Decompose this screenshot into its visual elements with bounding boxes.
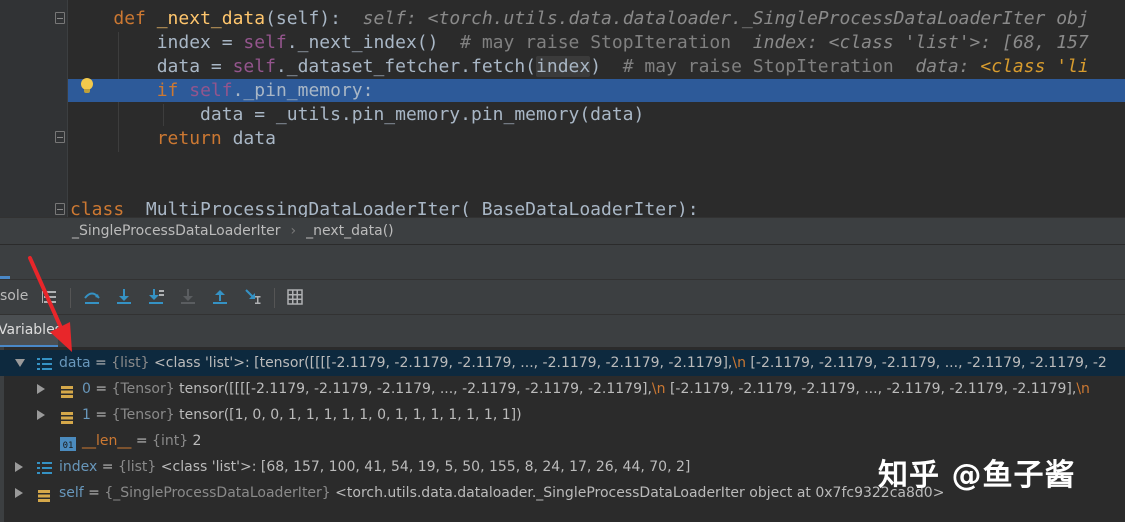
- field-icon: [60, 382, 74, 398]
- editor-gutter[interactable]: [0, 0, 68, 217]
- expand-arrow-icon[interactable]: [37, 384, 45, 394]
- variables-tree[interactable]: data = {list} <class 'list'>: [tensor([[…: [0, 347, 1125, 522]
- variable-type: {list}: [117, 459, 157, 475]
- code-comment: # may raise StopIteration: [622, 56, 894, 77]
- code-line[interactable]: return data: [70, 127, 276, 150]
- code-line[interactable]: data = self._dataset_fetcher.fetch(index…: [70, 55, 1089, 78]
- tree-row-item-0[interactable]: 0 = {Tensor} tensor([[[[-2.1179, -2.1179…: [0, 376, 1125, 402]
- toolbar-separator: [70, 288, 71, 308]
- expand-arrow-icon[interactable]: [15, 462, 23, 472]
- fold-marker-icon[interactable]: [55, 12, 65, 24]
- list-menu-icon[interactable]: [40, 287, 60, 307]
- expand-arrow-icon[interactable]: [15, 488, 23, 498]
- step-into-my-code-icon[interactable]: [146, 287, 166, 307]
- force-step-into-icon[interactable]: [178, 287, 198, 307]
- svg-text:01: 01: [63, 441, 74, 451]
- fold-marker-icon[interactable]: [55, 131, 65, 143]
- code-comment: # may raise StopIteration: [460, 32, 732, 53]
- tab-variables[interactable]: Variables: [0, 315, 62, 348]
- code-editor[interactable]: def _next_data(self): self: <torch.utils…: [0, 0, 1125, 217]
- current-execution-line[interactable]: if self._pin_memory:: [68, 79, 1125, 102]
- tree-row-data[interactable]: data = {list} <class 'list'>: [tensor([[…: [0, 350, 1125, 376]
- variable-name: 1: [82, 407, 91, 423]
- identifier-reference[interactable]: index: [536, 56, 591, 77]
- object-icon: [37, 486, 51, 502]
- variable-value: <class 'list'>: [68, 157, 100, 41, 54, 1…: [156, 459, 691, 475]
- expand-arrow-icon[interactable]: [37, 410, 45, 420]
- tab-console[interactable]: sole: [0, 288, 28, 304]
- code-line[interactable]: data = _utils.pin_memory.pin_memory(data…: [70, 103, 644, 126]
- field-icon: [60, 408, 74, 424]
- inline-debug-hint: index: <class 'list'>: [68, 157: [752, 32, 1089, 53]
- evaluate-expression-icon[interactable]: [285, 287, 305, 307]
- variable-name: self: [59, 485, 84, 501]
- code-line[interactable]: def _next_data(self): self: <torch.utils…: [70, 7, 1089, 30]
- variable-name: 0: [82, 381, 91, 397]
- function-name: _next_data: [156, 8, 266, 29]
- list-icon: [37, 460, 52, 474]
- step-into-icon[interactable]: [114, 287, 134, 307]
- keyword: def: [113, 8, 146, 29]
- debug-tool-window-header: [0, 244, 1125, 279]
- variable-type: {int}: [152, 433, 189, 449]
- variables-panel-header: Variables: [0, 314, 1125, 348]
- breadcrumb: _SingleProcessDataLoaderIter › _next_data(…: [0, 217, 1125, 244]
- inline-debug-hint: data:: [915, 56, 981, 77]
- variable-value: 2: [188, 433, 202, 449]
- variable-name: index: [59, 459, 98, 475]
- collapse-arrow-icon[interactable]: [15, 359, 25, 367]
- list-icon: [37, 356, 52, 370]
- int-value-icon: 01: [60, 434, 76, 451]
- lightbulb-icon[interactable]: [80, 78, 94, 94]
- variable-type: {Tensor}: [111, 381, 175, 397]
- step-out-icon[interactable]: [210, 287, 230, 307]
- debug-toolbar: sole: [0, 279, 1125, 314]
- fold-marker-icon[interactable]: [55, 203, 65, 215]
- variable-value: <class 'list'>: [tensor([[[[-2.1179, -2.…: [149, 355, 733, 371]
- variable-value: <torch.utils.data.dataloader._SingleProc…: [330, 485, 945, 501]
- breadcrumb-item-class[interactable]: _SingleProcessDataLoaderIter: [72, 223, 281, 239]
- watermark: 知乎 @鱼子酱: [878, 458, 1076, 493]
- breadcrumb-item-method[interactable]: _next_data(): [306, 223, 393, 239]
- breadcrumb-separator: ›: [290, 223, 297, 239]
- run-to-cursor-icon[interactable]: [244, 287, 264, 307]
- variable-name: __len__: [82, 433, 132, 449]
- variable-name: data: [59, 355, 91, 371]
- variable-type: {_SingleProcessDataLoaderIter}: [104, 485, 331, 501]
- step-over-icon[interactable]: [82, 287, 102, 307]
- variable-value: tensor([[[[-2.1179, -2.1179, -2.1179, ..…: [174, 381, 652, 397]
- code-line[interactable]: index = self._next_index() # may raise S…: [70, 31, 1089, 54]
- inline-debug-hint: self: <torch.utils.data.dataloader._Sing…: [362, 8, 1089, 29]
- code-line[interactable]: class _MultiProcessingDataLoaderIter(_Ba…: [70, 198, 699, 217]
- toolbar-separator: [274, 288, 275, 308]
- variable-value: tensor([1, 0, 0, 1, 1, 1, 1, 1, 0, 1, 1,…: [174, 407, 522, 423]
- variable-type: {list}: [111, 355, 150, 371]
- tree-row-item-1[interactable]: 1 = {Tensor} tensor([1, 0, 0, 1, 1, 1, 1…: [0, 402, 1125, 428]
- variable-type: {Tensor}: [111, 407, 175, 423]
